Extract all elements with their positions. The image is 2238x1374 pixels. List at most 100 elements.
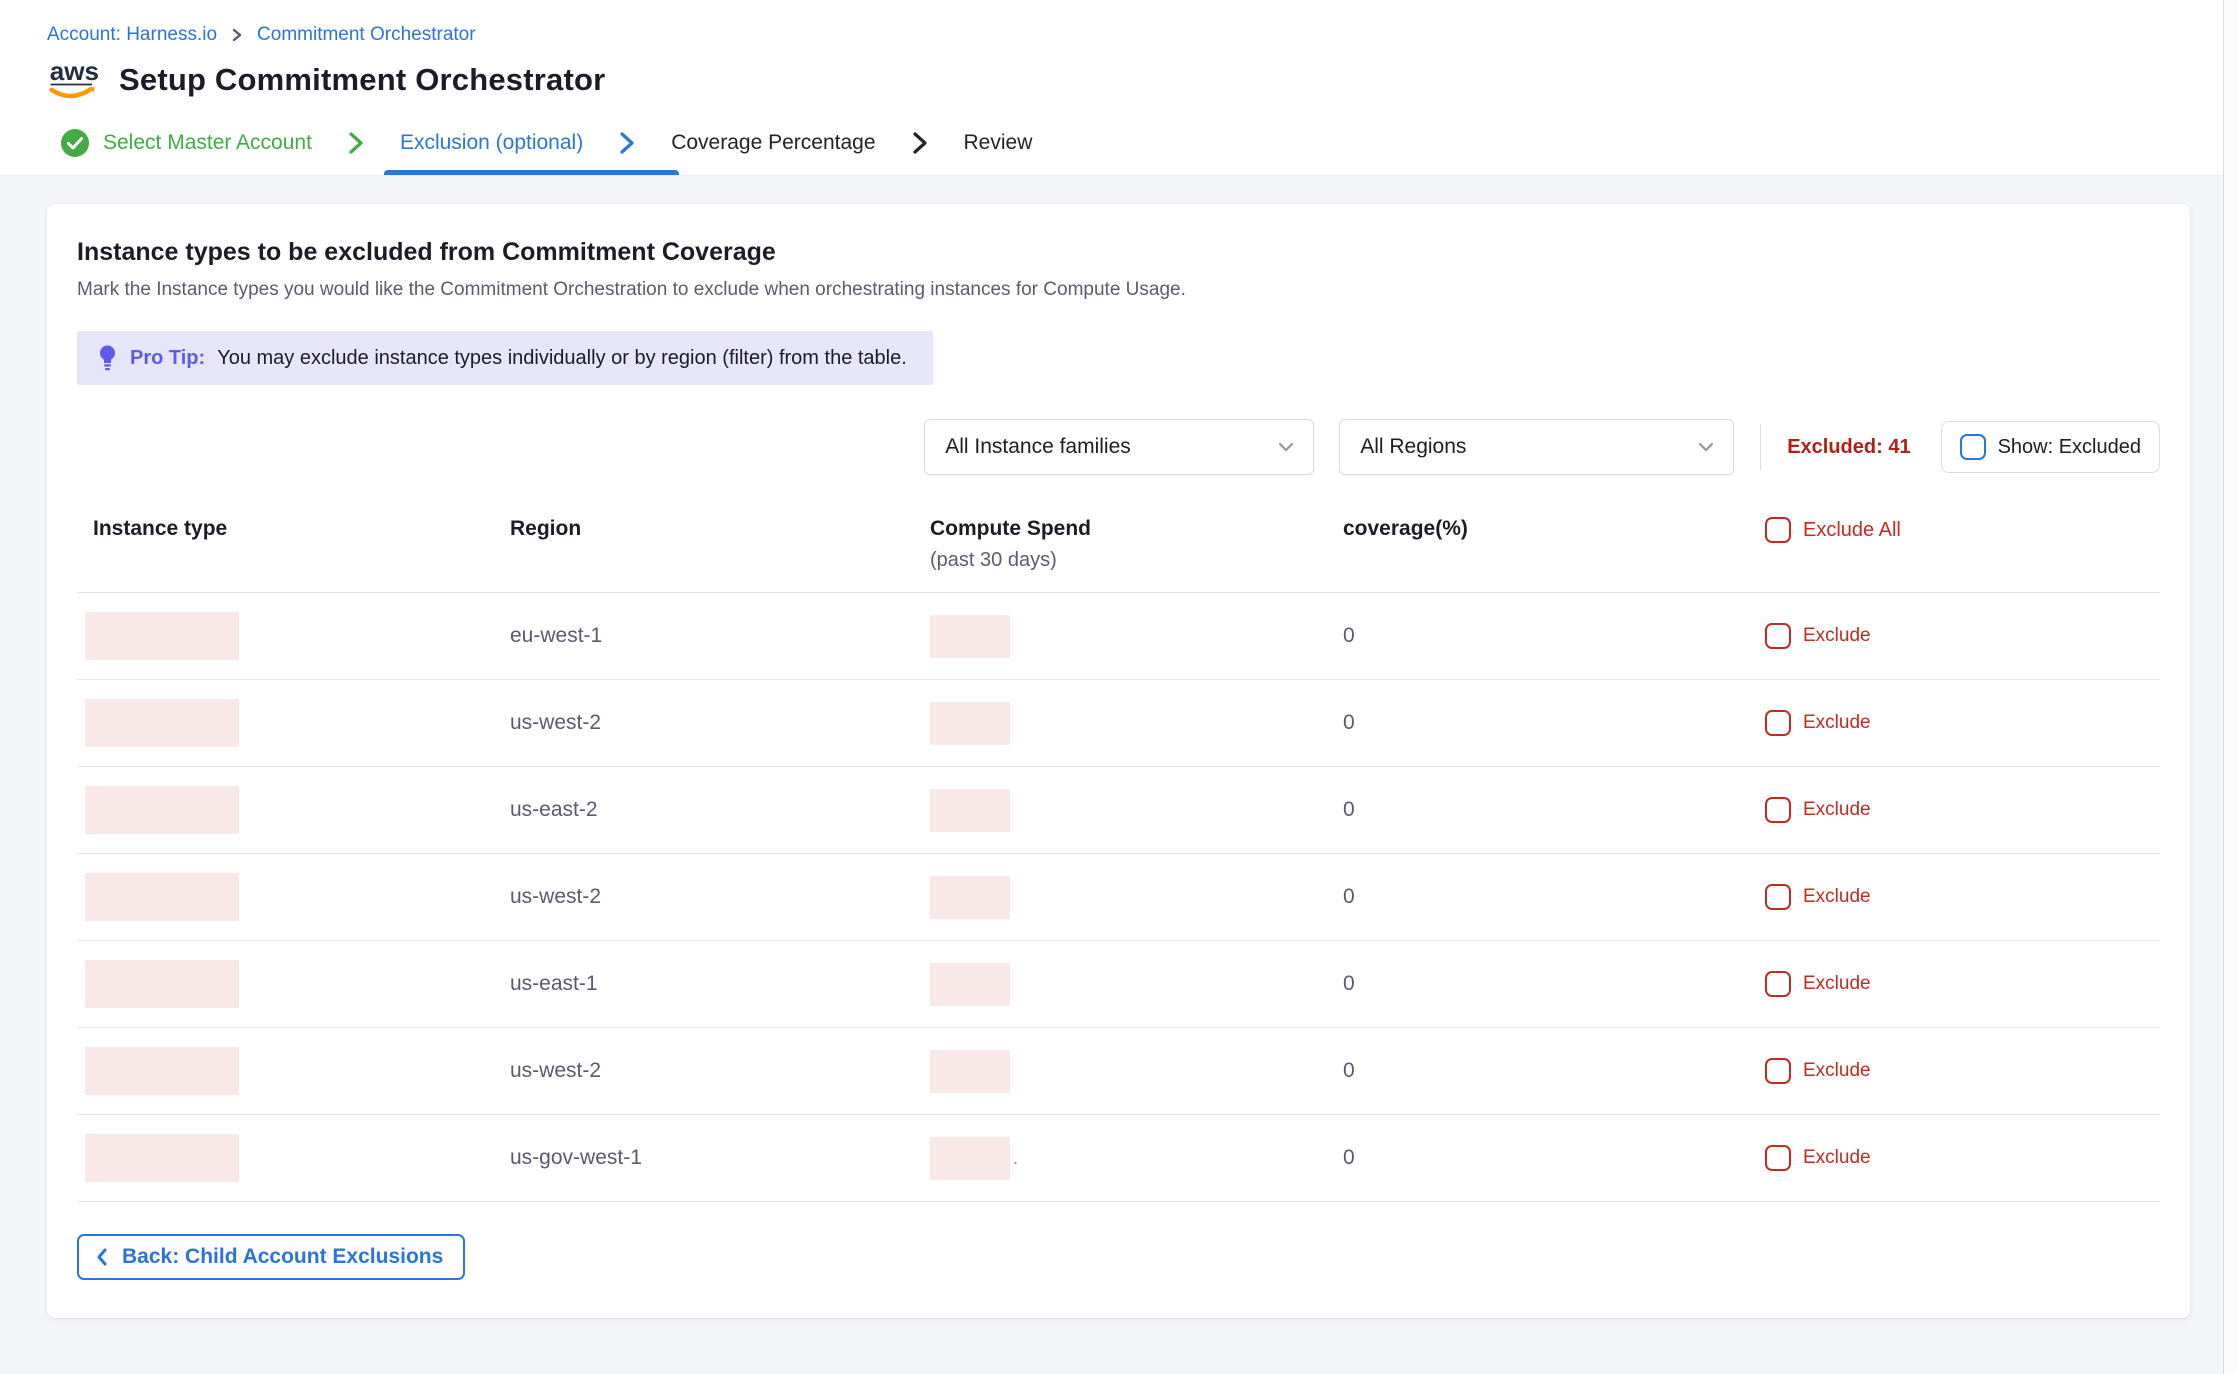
redacted-instance-type (85, 1134, 239, 1182)
setup-stepper: Select Master Account Exclusion (optiona… (0, 110, 2238, 176)
show-excluded-checkbox[interactable] (1960, 434, 1986, 460)
breadcrumb-current-link[interactable]: Commitment Orchestrator (257, 24, 476, 46)
step-label: Coverage Percentage (671, 131, 875, 155)
back-button[interactable]: Back: Child Account Exclusions (77, 1234, 465, 1280)
step-label: Select Master Account (103, 131, 312, 155)
coverage-cell: 0 (1343, 1059, 1355, 1082)
chevron-down-icon (1277, 441, 1295, 453)
redacted-compute-spend (930, 963, 1010, 1006)
section-subtitle: Mark the Instance types you would like t… (77, 279, 2160, 301)
region-cell: us-east-1 (510, 972, 598, 995)
svg-text:aws: aws (50, 56, 99, 86)
col-header-coverage: coverage(%) (1343, 517, 1765, 541)
excluded-count-badge: Excluded: 41 (1787, 436, 1910, 459)
region-cell: us-west-2 (510, 711, 601, 734)
table-row: us-west-2 0 Exclude (77, 854, 2160, 941)
breadcrumb-separator-icon (230, 27, 244, 43)
redacted-instance-type (85, 699, 239, 747)
exclude-all-label: Exclude All (1803, 519, 1901, 542)
protip-banner: Pro Tip: You may exclude instance types … (77, 331, 933, 385)
exclude-all-checkbox[interactable] (1765, 517, 1791, 543)
exclude-control: Exclude (1765, 623, 2160, 649)
chevron-down-icon (1697, 441, 1715, 453)
step-select-master-account[interactable]: Select Master Account (60, 110, 312, 175)
exclude-label: Exclude (1803, 799, 1871, 821)
redacted-instance-type (85, 873, 239, 921)
main-content: Instance types to be excluded from Commi… (0, 176, 2238, 1374)
step-coverage-percentage[interactable]: Coverage Percentage (671, 110, 875, 175)
redacted-compute-spend (930, 615, 1010, 658)
exclude-control: Exclude (1765, 710, 2160, 736)
exclude-control: Exclude (1765, 971, 2160, 997)
exclude-checkbox[interactable] (1765, 710, 1791, 736)
coverage-cell: 0 (1343, 1146, 1355, 1169)
show-excluded-label: Show: Excluded (1998, 436, 2141, 459)
exclude-label: Exclude (1803, 886, 1871, 908)
exclude-control: Exclude (1765, 884, 2160, 910)
page-header: Account: Harness.io Commitment Orchestra… (0, 0, 2238, 105)
step-exclusion[interactable]: Exclusion (optional) (400, 110, 583, 175)
spend-suffix: . (1013, 1148, 1018, 1169)
exclude-checkbox[interactable] (1765, 623, 1791, 649)
table-row: us-east-2 0 Exclude (77, 767, 2160, 854)
redacted-instance-type (85, 612, 239, 660)
back-button-label: Back: Child Account Exclusions (122, 1245, 443, 1269)
exclude-checkbox[interactable] (1765, 884, 1791, 910)
table-row: eu-west-1 0 Exclude (77, 593, 2160, 680)
exclude-checkbox[interactable] (1765, 797, 1791, 823)
exclude-control: Exclude (1765, 797, 2160, 823)
step-label: Review (964, 131, 1033, 155)
table-row: us-gov-west-1 . 0 Exclude (77, 1115, 2160, 1202)
regions-value: All Regions (1360, 435, 1466, 459)
exclusion-card: Instance types to be excluded from Commi… (47, 204, 2190, 1318)
table-body: eu-west-1 0 Exclude us-west-2 0 Exclude … (77, 593, 2160, 1202)
aws-logo-icon: aws (47, 55, 101, 105)
col-header-compute-spend-sub: (past 30 days) (930, 549, 1343, 572)
exclude-label: Exclude (1803, 625, 1871, 647)
protip-text: You may exclude instance types individua… (217, 347, 907, 370)
coverage-cell: 0 (1343, 885, 1355, 908)
coverage-cell: 0 (1343, 711, 1355, 734)
redacted-instance-type (85, 960, 239, 1008)
page-title: Setup Commitment Orchestrator (119, 62, 605, 98)
exclude-checkbox[interactable] (1765, 1058, 1791, 1084)
exclude-checkbox[interactable] (1765, 971, 1791, 997)
redacted-compute-spend (930, 1050, 1010, 1093)
table-header-row: Instance type Region Compute Spend (past… (77, 517, 2160, 593)
exclude-label: Exclude (1803, 973, 1871, 995)
regions-dropdown[interactable]: All Regions (1339, 419, 1734, 475)
exclude-label: Exclude (1803, 712, 1871, 734)
page-scrollbar[interactable] (2223, 0, 2238, 1374)
filters-divider (1760, 424, 1761, 470)
col-header-region: Region (510, 517, 930, 541)
table-row: us-west-2 0 Exclude (77, 680, 2160, 767)
step-separator-icon (617, 130, 637, 156)
region-cell: eu-west-1 (510, 624, 602, 647)
exclude-control: Exclude (1765, 1058, 2160, 1084)
exclude-checkbox[interactable] (1765, 1145, 1791, 1171)
exclude-all-control: Exclude All (1765, 517, 2160, 543)
instance-families-dropdown[interactable]: All Instance families (924, 419, 1314, 475)
coverage-cell: 0 (1343, 798, 1355, 821)
table-row: us-west-2 0 Exclude (77, 1028, 2160, 1115)
step-completed-check-icon (60, 128, 90, 158)
step-separator-icon (346, 130, 366, 156)
redacted-instance-type (85, 1047, 239, 1095)
region-cell: us-gov-west-1 (510, 1146, 642, 1169)
filters-row: All Instance families All Regions Exclud… (77, 419, 2160, 475)
breadcrumb: Account: Harness.io Commitment Orchestra… (47, 24, 2238, 46)
step-label: Exclusion (optional) (400, 131, 583, 155)
breadcrumb-account-link[interactable]: Account: Harness.io (47, 24, 217, 46)
exclude-label: Exclude (1803, 1147, 1871, 1169)
step-review[interactable]: Review (964, 110, 1033, 175)
coverage-cell: 0 (1343, 624, 1355, 647)
redacted-compute-spend (930, 789, 1010, 832)
exclude-label: Exclude (1803, 1060, 1871, 1082)
section-title: Instance types to be excluded from Commi… (77, 238, 2160, 267)
show-excluded-toggle[interactable]: Show: Excluded (1941, 421, 2160, 473)
region-cell: us-west-2 (510, 1059, 601, 1082)
instance-families-value: All Instance families (945, 435, 1131, 459)
protip-label: Pro Tip: (130, 347, 205, 370)
coverage-cell: 0 (1343, 972, 1355, 995)
region-cell: us-east-2 (510, 798, 598, 821)
